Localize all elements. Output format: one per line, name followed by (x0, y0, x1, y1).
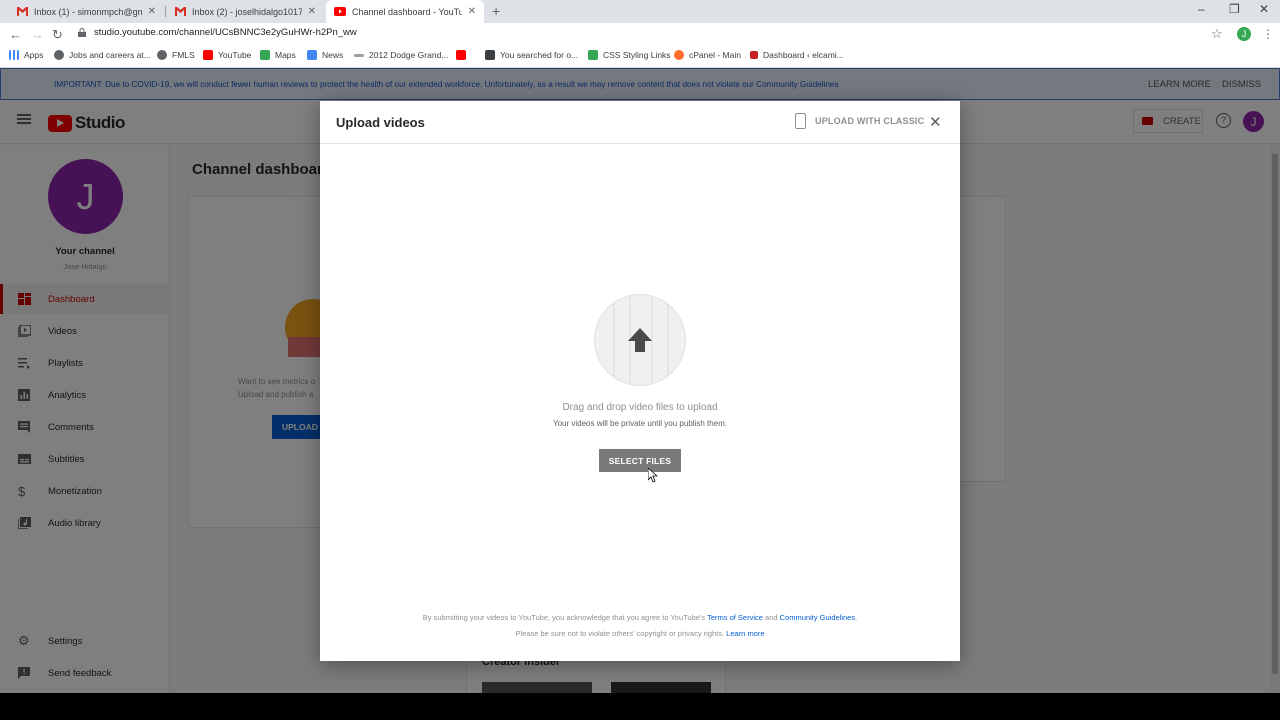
bookmark-label: cPanel - Main (689, 50, 741, 60)
bookmark-youtube[interactable]: YouTube (203, 50, 251, 60)
upload-with-classic-label: UPLOAD WITH CLASSIC (815, 116, 925, 126)
bookmark-css[interactable]: CSS Styling Links (588, 50, 671, 60)
legal-text: By submitting your videos to YouTube, yo… (422, 613, 706, 622)
legal-text: . (855, 613, 858, 622)
terms-of-service-link[interactable]: Terms of Service (707, 613, 763, 622)
site-icon (750, 51, 758, 59)
tab-strip: Inbox (1) - simonmpch@gmail.co ✕ Inbox (… (0, 0, 1280, 23)
dodge-icon (354, 53, 364, 57)
close-tab-icon[interactable]: ✕ (468, 6, 476, 17)
browser-profile-avatar[interactable]: J (1237, 27, 1251, 41)
bookmark-label: Apps (24, 50, 44, 60)
upload-videos-dialog: Upload videos UPLOAD WITH CLASSIC ✕ Drag… (320, 101, 960, 661)
bookmark-star-icon[interactable]: ☆ (1211, 26, 1223, 42)
bookmark-label: News (322, 50, 344, 60)
close-tab-icon[interactable]: ✕ (148, 6, 156, 17)
upload-phone-icon (795, 113, 806, 129)
close-window-icon[interactable]: ✕ (1259, 2, 1269, 16)
bookmark-cpanel[interactable]: cPanel - Main (674, 50, 741, 60)
restore-icon[interactable]: ❐ (1229, 2, 1240, 16)
back-icon[interactable]: ← (9, 27, 22, 42)
youtube-icon (203, 50, 213, 60)
news-icon (307, 50, 317, 60)
globe-icon (54, 50, 64, 60)
bookmark-label: CSS Styling Links (603, 50, 671, 60)
dialog-header: Upload videos UPLOAD WITH CLASSIC ✕ (320, 101, 960, 144)
bookmark-label: Maps (275, 50, 296, 60)
upload-with-classic-button[interactable]: UPLOAD WITH CLASSIC (795, 113, 924, 129)
maps-icon (260, 50, 270, 60)
bookmark-dashboard[interactable]: Dashboard ‹ elcami... (750, 50, 844, 60)
css-icon (588, 50, 598, 60)
legal-notice-line-1: By submitting your videos to YouTube, yo… (320, 613, 960, 622)
reload-icon[interactable]: ↻ (52, 27, 63, 43)
close-tab-icon[interactable]: ✕ (308, 6, 316, 17)
tab-youtube-studio[interactable]: Channel dashboard - YouTube St ✕ (326, 0, 484, 23)
legal-notice-line-2: Please be sure not to violate others' co… (320, 629, 960, 638)
youtube-icon (334, 6, 346, 18)
bookmark-label: You searched for o... (500, 50, 579, 60)
tab-gmail-2[interactable]: Inbox (2) - joselhidalgo1017@gm ✕ (166, 0, 324, 23)
bookmark-maps[interactable]: Maps (260, 50, 296, 60)
stripe (613, 295, 615, 385)
gmail-icon (16, 6, 28, 18)
tab-gmail-1[interactable]: Inbox (1) - simonmpch@gmail.co ✕ (8, 0, 164, 23)
youtube-icon (456, 50, 466, 60)
bookmark-youtube-2[interactable] (456, 50, 471, 60)
mouse-cursor-icon (648, 468, 658, 483)
cpanel-icon (674, 50, 684, 60)
tab-title: Channel dashboard - YouTube St (352, 6, 462, 17)
upload-arrow-icon (628, 328, 652, 352)
close-icon[interactable]: ✕ (929, 113, 942, 131)
url-text: studio.youtube.com/channel/UCsBNNC3e2yGu… (94, 27, 357, 38)
legal-text: and (765, 613, 778, 622)
dialog-title: Upload videos (336, 115, 425, 130)
tab-title: Inbox (2) - joselhidalgo1017@gm (192, 6, 302, 17)
lock-icon (78, 28, 86, 37)
bookmark-fmls[interactable]: FMLS (157, 50, 195, 60)
select-files-button[interactable]: SELECT FILES (599, 449, 681, 472)
bookmark-jobs[interactable]: Jobs and careers at... (54, 50, 151, 60)
community-guidelines-link[interactable]: Community Guidelines (780, 613, 855, 622)
bookmark-news[interactable]: News (307, 50, 343, 60)
legal-text: Please be sure not to violate others' co… (515, 629, 725, 638)
learn-more-link[interactable]: Learn more (726, 629, 764, 638)
bookmark-label: FMLS (172, 50, 195, 60)
site-icon (485, 50, 495, 60)
stripe (667, 295, 669, 385)
gmail-icon (174, 6, 186, 18)
forward-icon[interactable]: → (31, 27, 44, 42)
url-field[interactable]: studio.youtube.com/channel/UCsBNNC3e2yGu… (78, 27, 357, 38)
globe-icon (157, 50, 167, 60)
new-tab-button[interactable]: + (492, 3, 500, 19)
bookmark-apps[interactable]: Apps (9, 50, 43, 60)
tab-title: Inbox (1) - simonmpch@gmail.co (34, 6, 142, 17)
bookmark-search[interactable]: You searched for o... (485, 50, 578, 60)
apps-icon (9, 50, 19, 60)
bookmark-label: Jobs and careers at... (69, 50, 151, 60)
bookmark-label: 2012 Dodge Grand... (369, 50, 449, 60)
minimize-icon[interactable]: – (1198, 2, 1205, 16)
drag-drop-text: Drag and drop video files to upload (562, 402, 718, 413)
bookmark-label: YouTube (218, 50, 252, 60)
bookmarks-bar: Apps Jobs and careers at... FMLS YouTube… (0, 46, 1280, 68)
taskbar (0, 693, 1280, 720)
browser-menu-icon[interactable]: ⋮ (1262, 27, 1274, 41)
bookmark-dodge[interactable]: 2012 Dodge Grand... (354, 50, 448, 60)
address-bar: ← → ↻ studio.youtube.com/channel/UCsBNNC… (0, 23, 1280, 46)
private-notice: Your videos will be private until you pu… (552, 419, 728, 428)
bookmark-label: Dashboard ‹ elcami... (763, 50, 844, 60)
